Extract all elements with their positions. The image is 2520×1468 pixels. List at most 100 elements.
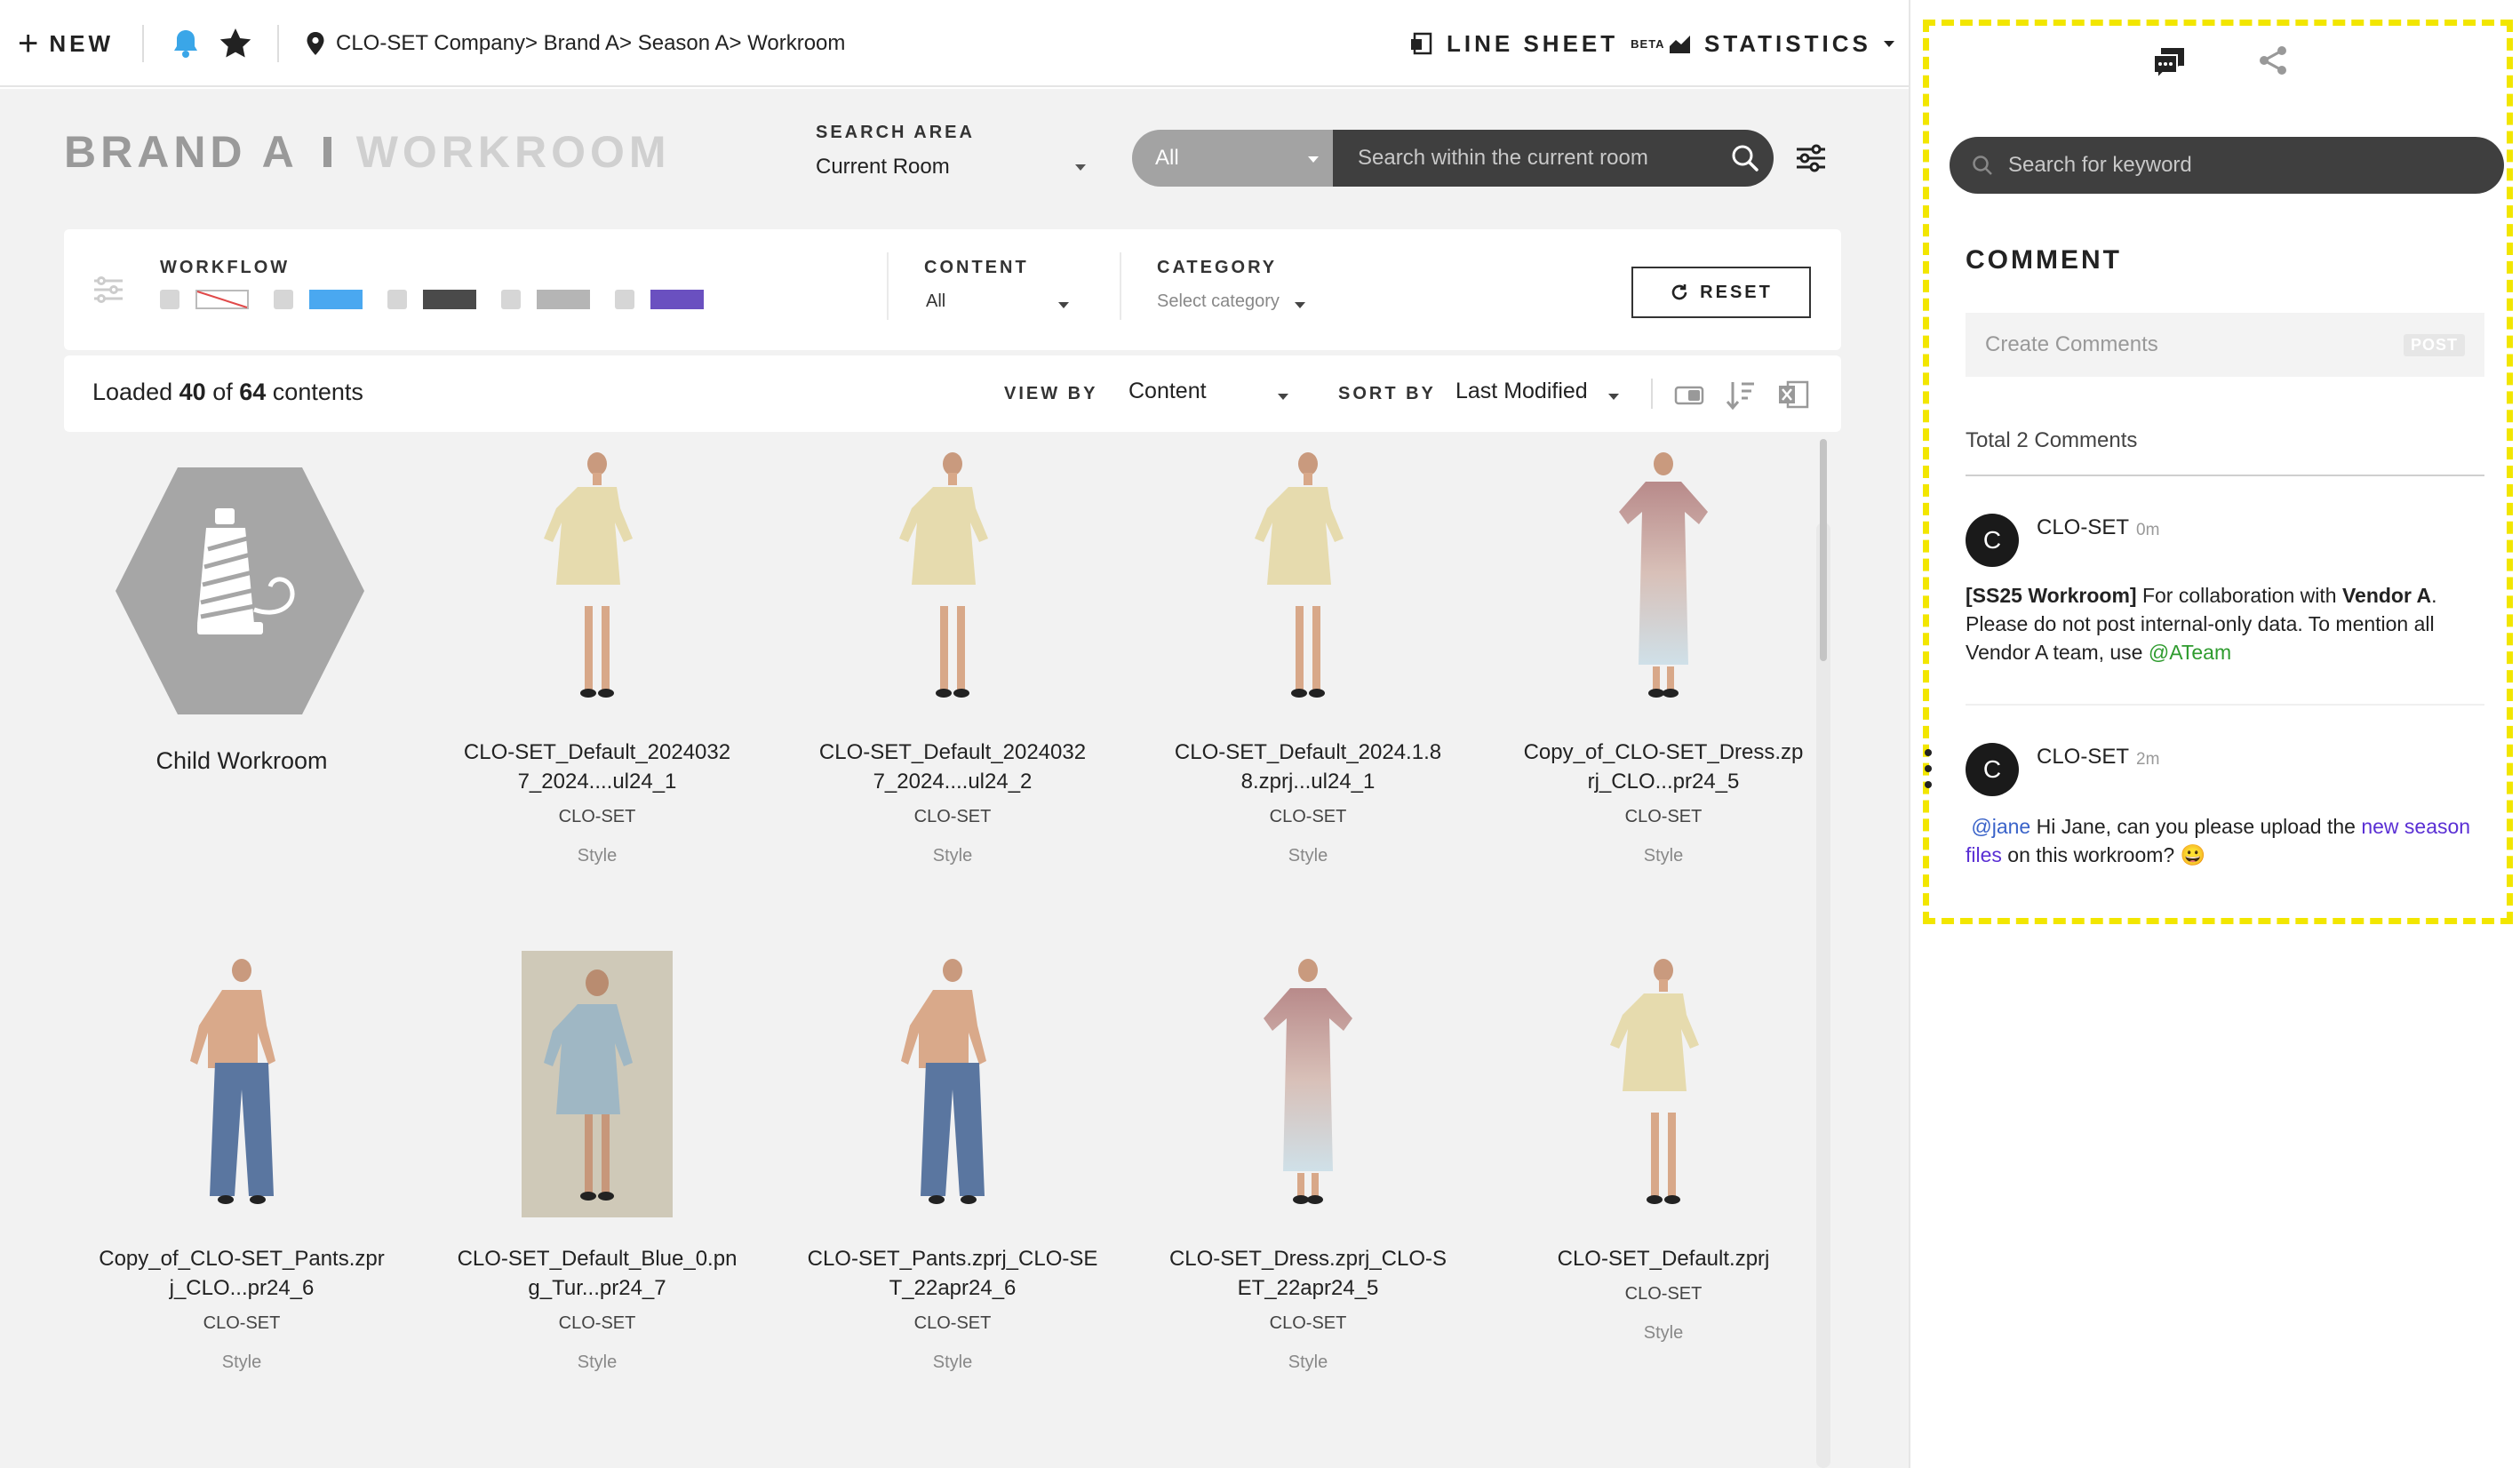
content-type: Style [577,846,618,866]
workflow-none[interactable] [160,290,249,309]
sort-by-select[interactable]: Last Modified [1455,379,1588,404]
keyword-search-input[interactable] [2008,153,2470,178]
content-owner: CLO-SET [1269,1313,1347,1333]
share-icon[interactable] [2253,41,2293,80]
gradient-dress-thumbnail [1619,452,1708,698]
reset-button[interactable]: RESET [1631,267,1811,318]
star-icon[interactable] [217,25,254,62]
workflow-gray[interactable] [501,290,590,309]
scrollbar-thumb[interactable] [1820,439,1827,661]
caret-down-icon[interactable] [1276,391,1290,402]
line-sheet-button[interactable]: LINE SHEET BETA [1409,25,1665,62]
content-name: CLO-SET_Default_2024.1.8 [1174,740,1442,764]
loaded-prefix: Loaded [92,379,173,405]
main-content: BRAND A WORKROOM SEARCH AREA Current Roo… [0,89,1909,1468]
room-name: WORKROOM [355,127,671,177]
scrollbar-track[interactable] [1816,523,1830,1468]
bell-icon[interactable] [167,25,204,62]
caret-down-icon[interactable] [1607,391,1621,402]
loaded-total: 64 [239,379,267,405]
new-label: NEW [49,29,115,57]
divider [1651,379,1653,409]
page-title: BRAND A WORKROOM [64,126,671,178]
content-owner: CLO-SET [913,1313,992,1333]
workflow-blue[interactable] [274,290,363,309]
comment-time: 0m [2136,521,2160,539]
caret-down-icon[interactable] [1294,300,1306,309]
content-select[interactable]: All [926,291,945,312]
keyword-search-field[interactable] [1950,137,2504,194]
view-by-label: VIEW BY [1004,384,1098,403]
post-button[interactable]: POST [2403,334,2465,356]
workflow-checkbox[interactable] [615,290,634,309]
workflow-dark[interactable] [387,290,476,309]
statistics-menu[interactable]: STATISTICS [1667,25,1896,62]
comment-text: For collaboration with [2136,584,2342,607]
content-name: Child Workroom [156,747,328,774]
content-name: CLO-SET_Default_Blue_0.pn [457,1247,738,1271]
pants-thumbnail [901,959,986,1204]
breadcrumb[interactable]: CLO-SET Company> Brand A> Season A> Work… [306,25,845,62]
workflow-checkbox[interactable] [501,290,521,309]
caret-down-icon[interactable] [1057,300,1070,309]
brand-name: BRAND A [64,127,299,177]
caret-down-icon [1308,156,1319,163]
search-area-select[interactable]: Current Room [816,155,950,180]
more-options-icon[interactable] [1925,748,1932,789]
search-input[interactable] [1358,146,1731,171]
comment-title: COMMENT [1966,245,2122,275]
loaded-count: Loaded 40 of 64 contents [92,379,363,406]
chart-icon [1670,36,1690,53]
search-scope-select[interactable]: All [1132,130,1333,187]
refresh-icon [1671,284,1687,300]
workflow-swatch-blue [309,290,363,309]
comment-tag: [SS25 Workroom] [1966,584,2137,607]
category-label: CATEGORY [1157,258,1278,277]
content-name-cont: g_Tur...pr24_7 [528,1276,666,1300]
line-sheet-icon [1411,32,1432,55]
workflow-checkbox[interactable] [274,290,293,309]
comment-author: CLO-SET [2037,745,2130,769]
search-icon [1973,156,1992,175]
comment-text: on this workroom? [2001,843,2181,866]
content-type: Style [1288,1352,1328,1372]
advanced-filter-icon[interactable] [1793,140,1829,176]
plus-icon: + [18,24,39,63]
workflow-purple[interactable] [615,290,704,309]
workroom-folder-icon [116,467,364,714]
create-comment-input[interactable] [1985,332,2376,357]
content-owner: CLO-SET [913,807,992,826]
sort-order-icon[interactable] [1724,377,1759,412]
comment-body: [SS25 Workroom] For collaboration with V… [1966,581,2484,666]
mention-link[interactable]: @jane [1971,815,2030,838]
view-toggle-icon[interactable] [1672,377,1708,412]
title-divider [323,137,331,167]
comments-icon[interactable] [2150,41,2189,80]
workflow-swatch-gray [537,290,590,309]
new-button[interactable]: + NEW [18,25,114,62]
mention-link[interactable]: @ATeam [2149,641,2231,664]
view-by-select[interactable]: Content [1128,379,1207,404]
content-name: CLO-SET_Pants.zprj_CLO-SE [807,1247,1098,1271]
content-name: CLO-SET_Default_2024032 [463,740,731,764]
content-name-cont: 8.zprj...ul24_1 [1240,770,1376,794]
workflow-swatch-none [195,290,249,309]
search-area-label: SEARCH AREA [816,123,975,142]
line-sheet-label: LINE SHEET [1447,29,1619,57]
content-type: Style [1643,846,1684,866]
content-owner: CLO-SET [558,807,636,826]
sliders-icon[interactable] [91,272,126,307]
workflow-label: WORKFLOW [160,258,291,277]
search-icon[interactable] [1727,140,1763,176]
create-comment-box[interactable]: POST [1966,313,2484,377]
workflow-checkbox[interactable] [160,290,179,309]
divider [887,252,889,320]
content-type: Style [932,846,973,866]
excel-export-icon[interactable] [1775,377,1811,412]
statistics-label: STATISTICS [1704,29,1871,57]
workflow-checkbox[interactable] [387,290,407,309]
category-select[interactable]: Select category [1157,291,1280,312]
beta-badge: BETA [1631,36,1665,51]
caret-down-icon[interactable] [1073,162,1088,172]
search-field[interactable] [1333,130,1774,187]
